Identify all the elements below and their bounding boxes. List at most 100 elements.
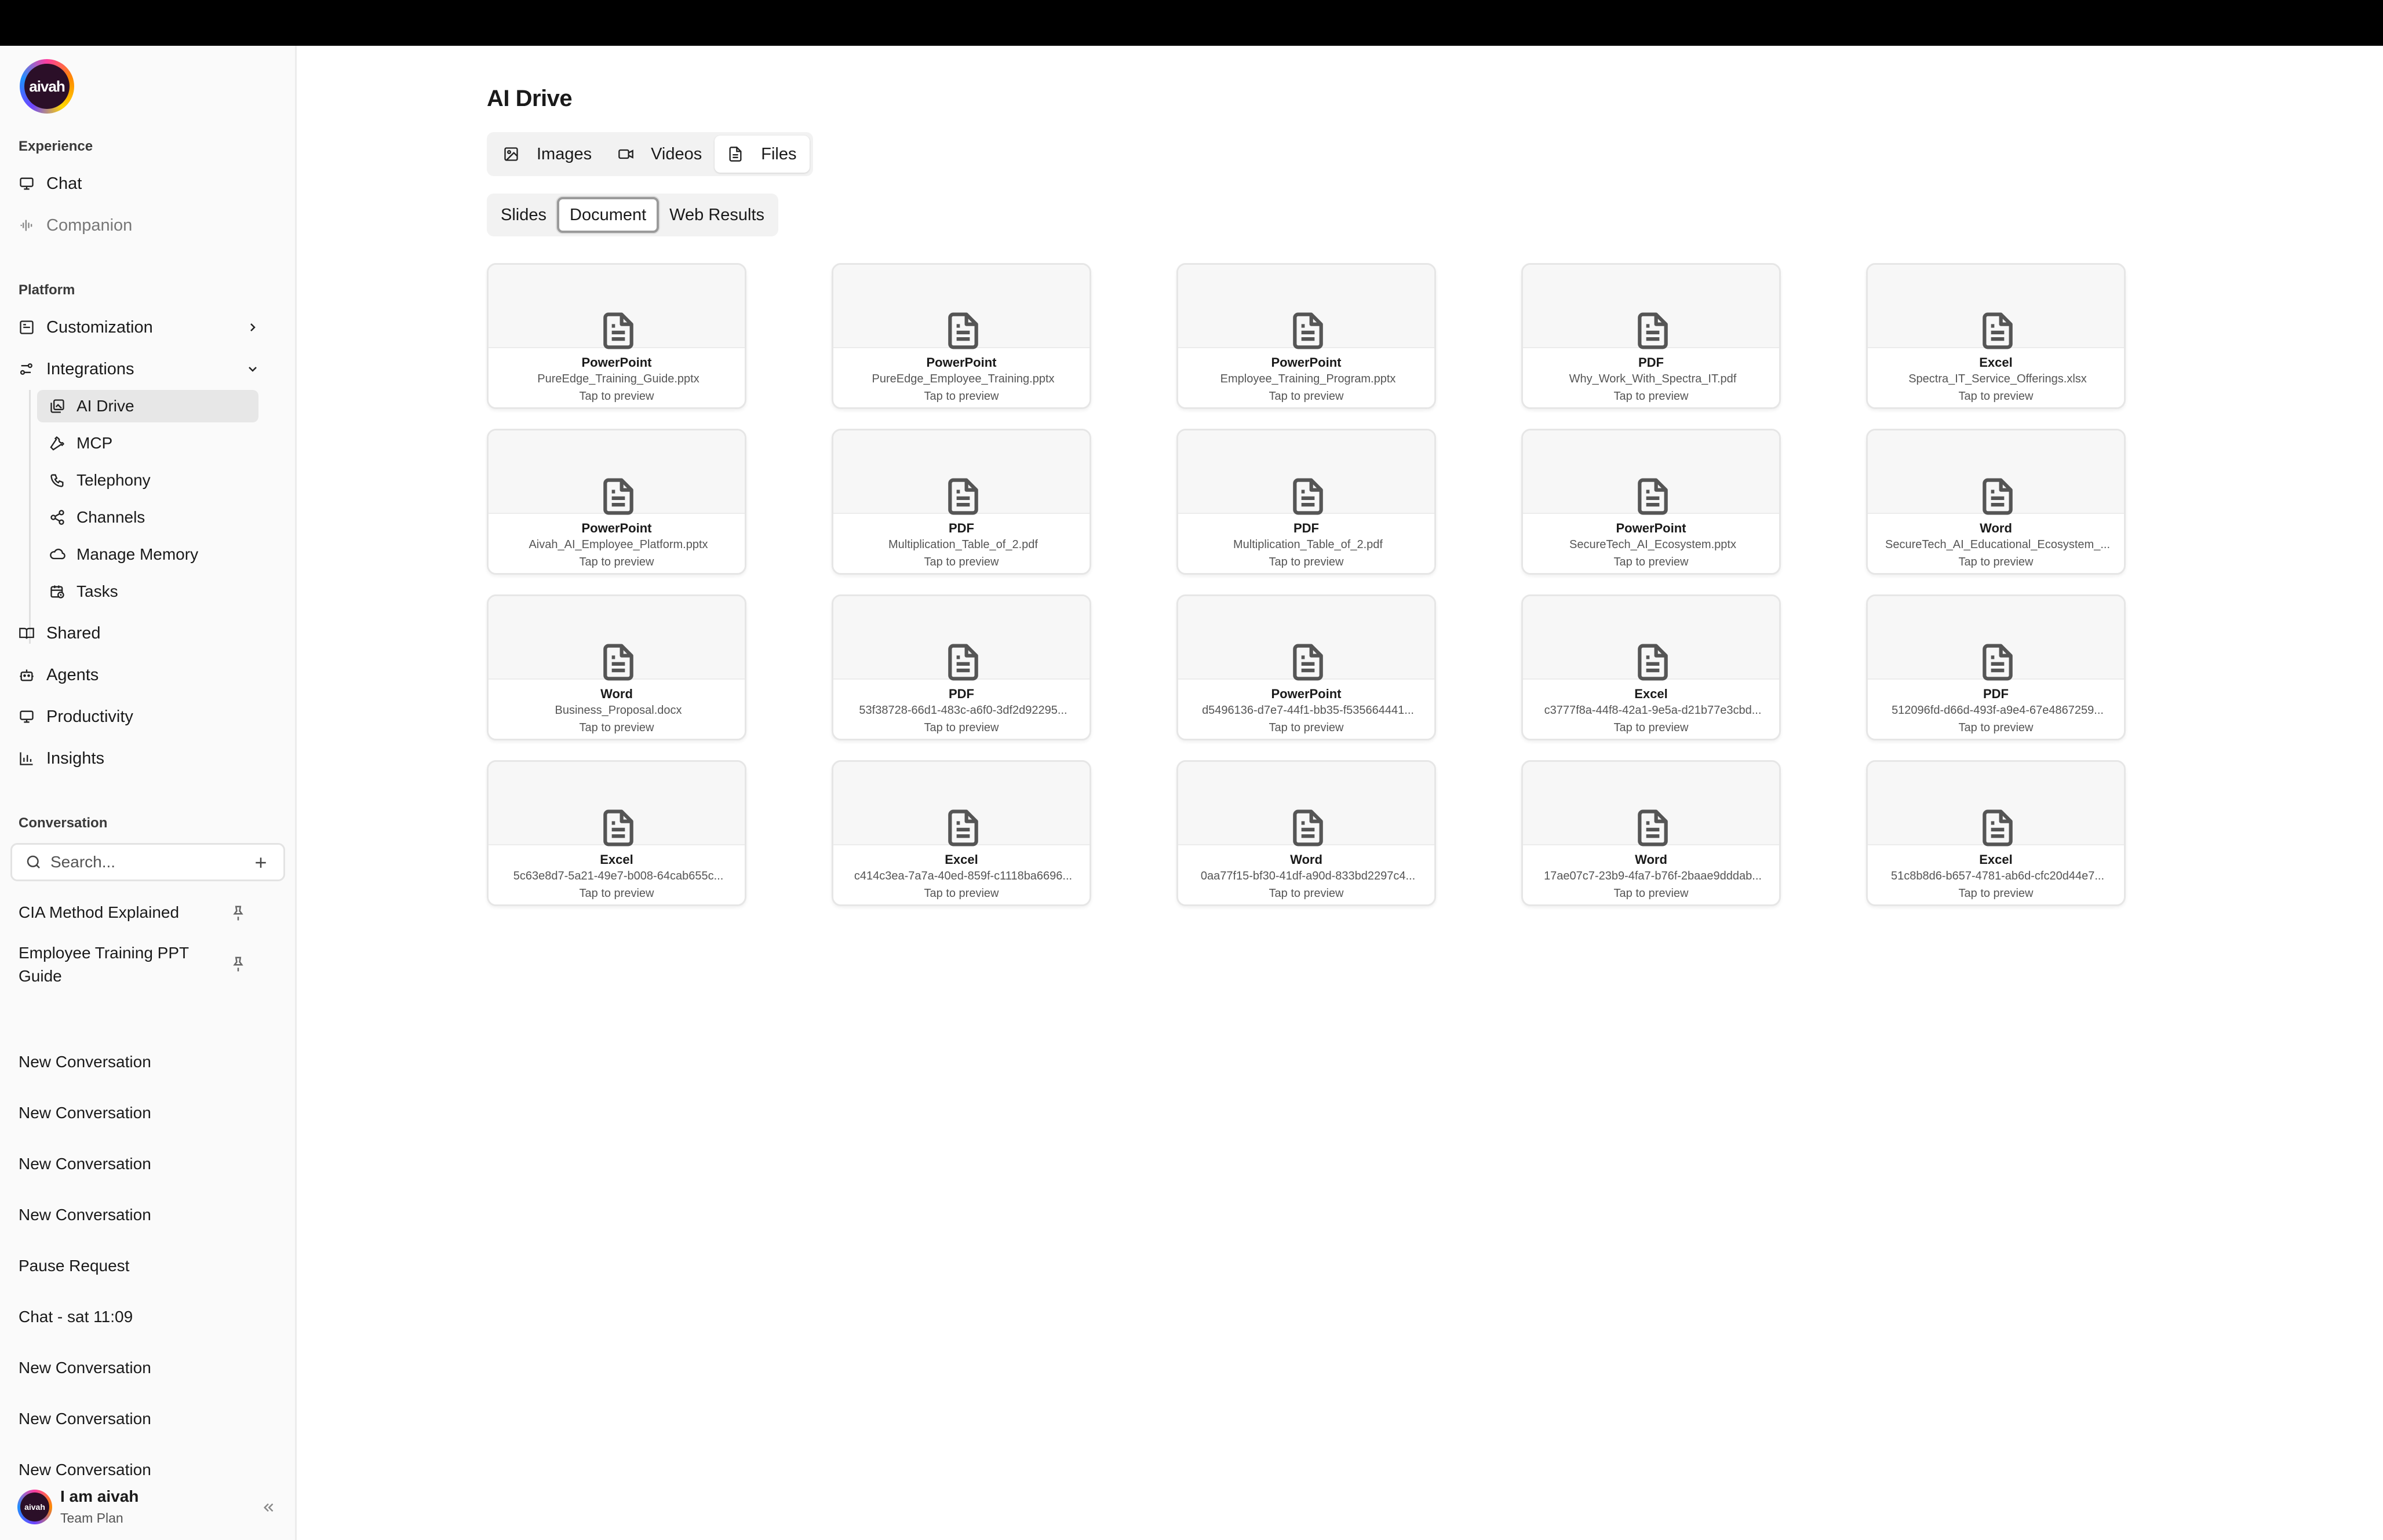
file-card[interactable]: PDF 512096fd-d66d-493f-a9e4-67e4867259...… [1866,594,2126,740]
file-card[interactable]: PowerPoint Employee_Training_Program.pptx… [1176,263,1436,409]
tab-slides[interactable]: Slides [490,197,557,233]
tap-to-preview: Tap to preview [1958,556,2034,568]
file-card[interactable]: PowerPoint Aivah_AI_Employee_Platform.ppt… [487,429,746,575]
sub-item-telephony[interactable]: Telephony [37,464,258,497]
tab-document[interactable]: Document [557,197,659,233]
file-card[interactable]: PowerPoint d5496136-d7e7-44f1-bb35-f53566… [1176,594,1436,740]
tab-label: Files [761,144,797,163]
file-type: Excel [945,852,978,867]
file-card[interactable]: PowerPoint PureEdge_Employee_Training.ppt… [832,263,1091,409]
app-logo[interactable]: aivah [20,59,74,114]
conversation-item[interactable]: Pause Request [19,1254,250,1278]
tap-to-preview: Tap to preview [579,721,654,734]
tab-label: Videos [651,144,702,163]
file-card[interactable]: Word 17ae07c7-23b9-4fa7-b76f-2baae9dddab.… [1521,760,1781,906]
file-card[interactable]: PDF Multiplication_Table_of_2.pdf Tap to p… [1176,429,1436,575]
conversation-item[interactable]: Chat - sat 11:09 [19,1305,250,1329]
collapse-sidebar-icon[interactable] [260,1499,277,1516]
conversation-item[interactable]: Employee Training PPT Guide [19,941,216,988]
file-card[interactable]: PowerPoint SecureTech_AI_Ecosystem.pptx Ta… [1521,429,1781,575]
file-card[interactable]: Excel c3777f8a-44f8-42a1-9e5a-d21b77e3cbd… [1521,594,1781,740]
tap-to-preview: Tap to preview [1269,390,1344,403]
file-name: d5496136-d7e7-44f1-bb35-f535664441... [1202,704,1414,717]
conversation-item[interactable]: New Conversation [19,1152,250,1176]
tab-files[interactable]: Files [715,136,810,173]
phone-icon [49,472,66,489]
file-card[interactable]: Word Business_Proposal.docx Tap to preview [487,594,746,740]
file-type: PowerPoint [926,355,997,370]
conversation-item[interactable]: New Conversation [19,1356,250,1380]
conversation-item[interactable]: New Conversation [19,1407,250,1430]
pin-icon[interactable] [229,955,247,973]
file-icon [1978,310,2017,352]
nav-shared[interactable]: Shared [17,617,101,649]
nav-customization-label: Customization [46,318,153,337]
tap-to-preview: Tap to preview [1269,887,1344,900]
file-type: Excel [1979,355,2013,370]
top-bar [0,0,2383,46]
file-icon [599,641,638,683]
sub-item-channels[interactable]: Channels [37,501,258,534]
tap-to-preview: Tap to preview [1958,390,2034,403]
avatar: aivah [17,1490,52,1524]
conversation-search[interactable] [10,843,285,881]
file-type: PDF [1983,687,2009,701]
file-name: PureEdge_Training_Guide.pptx [537,373,699,385]
nav-insights[interactable]: Insights [17,742,104,775]
file-type: PDF [1293,521,1319,535]
file-card[interactable]: PowerPoint PureEdge_Training_Guide.pptx Ta… [487,263,746,409]
file-icon [943,476,983,517]
file-name: Spectra_IT_Service_Offerings.xlsx [1908,373,2087,385]
conversation-item[interactable]: New Conversation [19,1458,250,1481]
file-card[interactable]: Word SecureTech_AI_Educational_Ecosystem_… [1866,429,2126,575]
sub-item-label: Channels [76,508,145,526]
conversation-item[interactable]: New Conversation [19,1203,250,1227]
tab-web-results[interactable]: Web Results [659,197,775,233]
pin-icon[interactable] [229,904,247,922]
sub-item-mcp[interactable]: MCP [37,427,258,459]
section-label-platform: Platform [19,282,75,298]
nav-insights-label: Insights [46,749,104,768]
tab-videos[interactable]: Videos [604,136,715,173]
nav-productivity[interactable]: Productivity [17,700,133,733]
wrench-icon [49,435,66,452]
file-card[interactable]: PDF 53f38728-66d1-483c-a6f0-3df2d92295...… [832,594,1091,740]
user-profile[interactable]: aivah I am aivah Team Plan [17,1485,290,1531]
nav-agents[interactable]: Agents [17,659,99,691]
file-name: 0aa77f15-bf30-41df-a90d-833bd2297c4... [1200,870,1416,882]
conversation-item[interactable]: New Conversation [19,1050,250,1074]
sub-item-manage-memory[interactable]: Manage Memory [37,538,258,571]
image-icon [503,145,520,163]
conversation-item[interactable]: CIA Method Explained [19,901,250,924]
conversation-item[interactable]: New Conversation [19,1101,250,1125]
file-card[interactable]: Word 0aa77f15-bf30-41df-a90d-833bd2297c4.… [1176,760,1436,906]
video-icon [617,145,635,163]
file-type: Excel [1634,687,1668,701]
file-card[interactable]: Excel 51c8b8d6-b657-4781-ab6d-cfc20d44e7.… [1866,760,2126,906]
file-icon [599,476,638,517]
nav-integrations[interactable]: Integrations [17,353,279,385]
file-card[interactable]: Excel 5c63e8d7-5a21-49e7-b008-64cab655c..… [487,760,746,906]
plus-icon[interactable] [252,854,269,871]
file-card[interactable]: Excel Spectra_IT_Service_Offerings.xlsx Ta… [1866,263,2126,409]
file-card[interactable]: PDF Multiplication_Table_of_2.pdf Tap to p… [832,429,1091,575]
tap-to-preview: Tap to preview [924,390,999,403]
nav-productivity-label: Productivity [46,707,133,726]
file-name: Aivah_AI_Employee_Platform.pptx [529,538,708,551]
bar-chart-icon [17,749,36,768]
sub-item-ai-drive[interactable]: AI Drive [37,390,258,422]
tap-to-preview: Tap to preview [924,721,999,734]
file-icon [1288,310,1328,352]
nav-customization[interactable]: Customization [17,311,279,344]
tab-images[interactable]: Images [490,136,604,173]
nav-companion[interactable]: Companion [17,209,132,242]
file-type: PDF [949,521,974,535]
file-card[interactable]: Excel c414c3ea-7a7a-40ed-859f-c1118ba6696… [832,760,1091,906]
sub-item-tasks[interactable]: Tasks [37,575,258,608]
file-card[interactable]: PDF Why_Work_With_Spectra_IT.pdf Tap to pr… [1521,263,1781,409]
file-type: PowerPoint [1616,521,1686,535]
file-type: Word [1290,852,1322,867]
search-input[interactable] [50,853,236,871]
nav-chat[interactable]: Chat [17,167,82,200]
file-icon [1288,476,1328,517]
